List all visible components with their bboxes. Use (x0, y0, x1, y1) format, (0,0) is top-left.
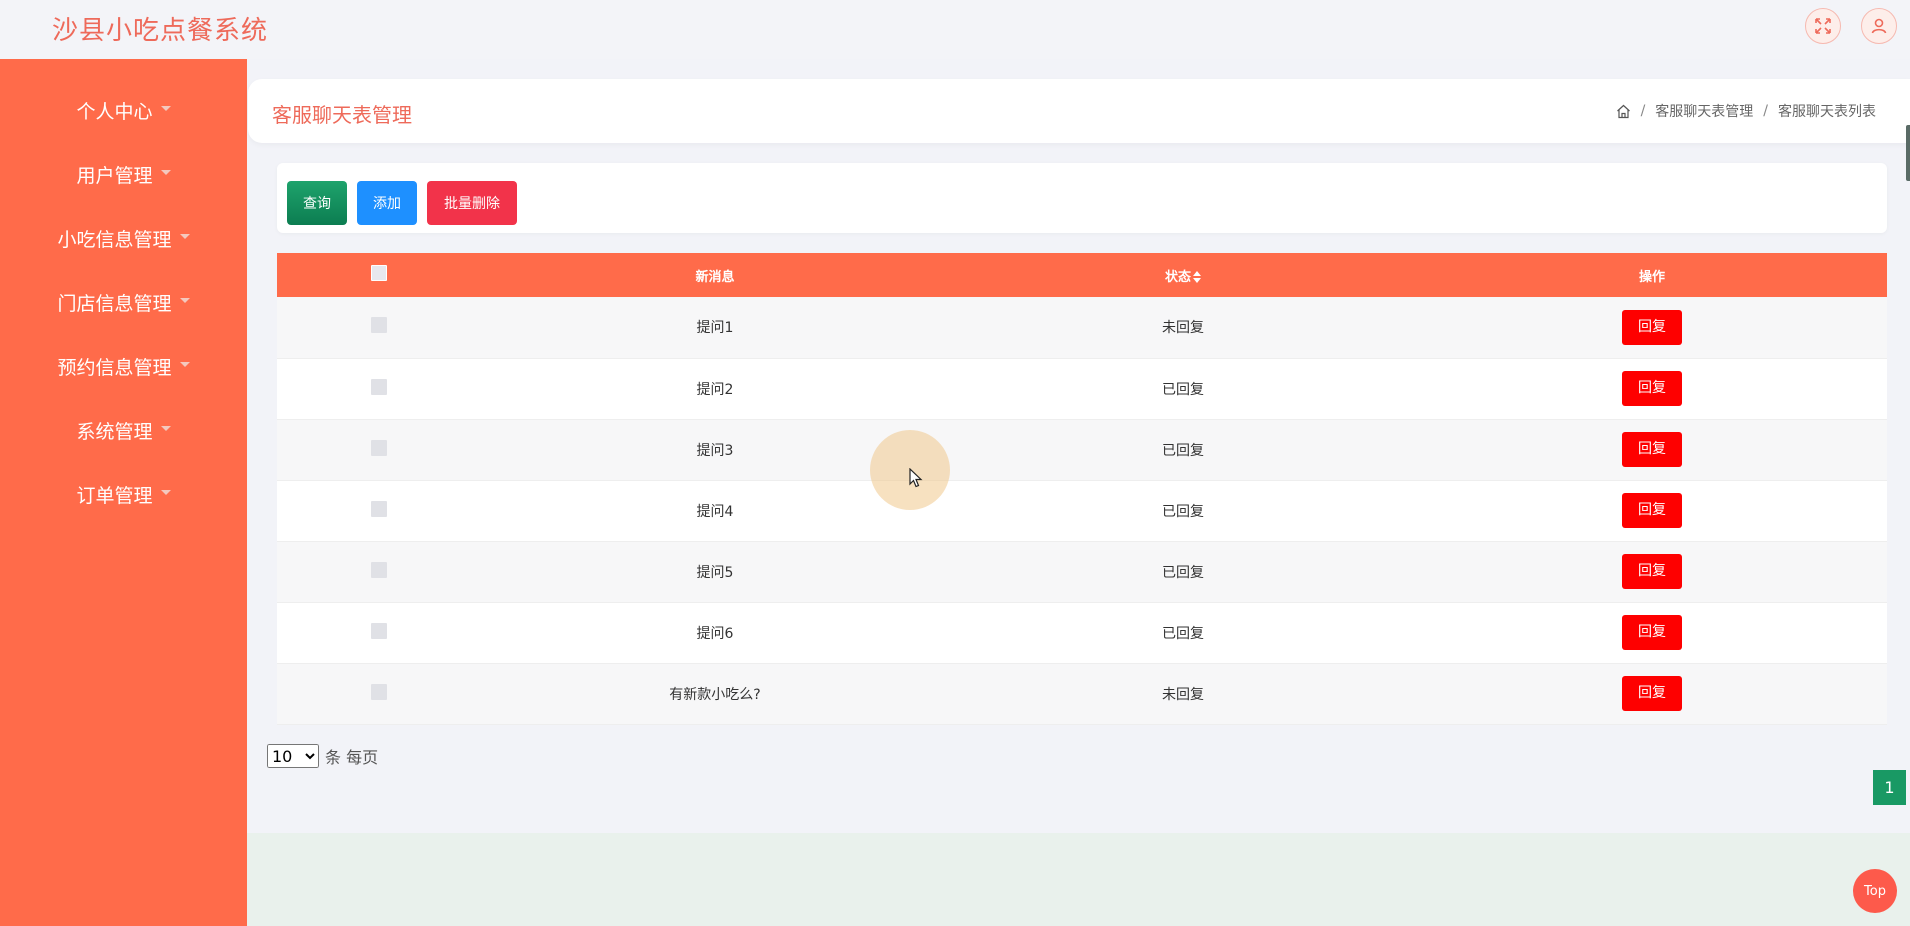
breadcrumb: / 客服聊天表管理 / 客服聊天表列表 (1616, 101, 1876, 121)
search-button[interactable]: 查询 (287, 181, 347, 225)
sidebar-item-personal-center[interactable]: 个人中心 (0, 78, 247, 142)
row-checkbox[interactable] (371, 317, 387, 334)
table-header-row: 新消息 状态 操作 (277, 253, 1887, 297)
page-header: 客服聊天表管理 / 客服聊天表管理 / 客服聊天表列表 (248, 79, 1910, 143)
per-page-label: 条 每页 (325, 748, 379, 767)
row-checkbox[interactable] (371, 378, 387, 395)
row-checkbox[interactable] (371, 622, 387, 639)
sidebar: 个人中心 用户管理 小吃信息管理 门店信息管理 预约信息管理 系统管理 订单管理 (0, 59, 247, 926)
chat-table: 新消息 状态 操作 提问1 未回复 回复 提问2 已回复 回复 提问3 已回复 (277, 253, 1887, 724)
message-cell: 提问2 (696, 381, 734, 398)
table-row: 提问5 已回复 回复 (277, 541, 1887, 602)
app-title: 沙县小吃点餐系统 (52, 16, 269, 46)
table-row: 有新款小吃么? 未回复 回复 (277, 663, 1887, 724)
breadcrumb-separator: / (1763, 103, 1768, 119)
status-cell: 已回复 (1162, 503, 1204, 520)
reply-button[interactable]: 回复 (1622, 371, 1682, 406)
back-to-top-button[interactable]: Top (1853, 869, 1897, 913)
home-icon[interactable] (1616, 104, 1631, 119)
table-row: 提问3 已回复 回复 (277, 419, 1887, 480)
batch-delete-button[interactable]: 批量删除 (427, 181, 517, 225)
message-cell: 提问1 (696, 320, 734, 337)
sidebar-item-label: 用户管理 (76, 164, 153, 187)
row-checkbox[interactable] (371, 683, 387, 700)
breadcrumb-item[interactable]: 客服聊天表管理 (1655, 101, 1753, 121)
breadcrumb-separator: / (1640, 103, 1646, 119)
sidebar-item-snack-management[interactable]: 小吃信息管理 (0, 206, 247, 270)
add-button[interactable]: 添加 (357, 181, 417, 225)
message-cell: 有新款小吃么? (669, 686, 761, 703)
message-cell: 提问6 (696, 625, 734, 642)
column-header-operation: 操作 (1638, 269, 1665, 285)
caret-down-icon (179, 297, 190, 303)
caret-down-icon (160, 489, 171, 495)
sort-icon[interactable] (1193, 271, 1201, 283)
sidebar-item-user-management[interactable]: 用户管理 (0, 142, 247, 206)
row-checkbox[interactable] (371, 500, 387, 517)
caret-down-icon (160, 425, 171, 431)
fullscreen-icon (1815, 18, 1831, 34)
user-icon (1871, 18, 1887, 34)
status-cell: 已回复 (1162, 564, 1204, 581)
user-button[interactable] (1861, 8, 1897, 44)
page-number-button[interactable]: 1 (1873, 770, 1906, 805)
page-size-control: 10 条 每页 (267, 744, 378, 768)
caret-down-icon (179, 361, 190, 367)
table-row: 提问1 未回复 回复 (277, 297, 1887, 358)
caret-down-icon (179, 233, 190, 239)
sidebar-item-label: 个人中心 (76, 100, 153, 123)
table-row: 提问4 已回复 回复 (277, 480, 1887, 541)
top-bar: 沙县小吃点餐系统 (0, 0, 1910, 59)
status-cell: 已回复 (1162, 381, 1204, 398)
select-all-checkbox[interactable] (371, 265, 387, 281)
mouse-cursor-icon (909, 468, 923, 488)
caret-down-icon (160, 105, 171, 111)
row-checkbox[interactable] (371, 439, 387, 456)
status-cell: 已回复 (1162, 625, 1204, 642)
status-cell: 未回复 (1162, 686, 1204, 703)
row-checkbox[interactable] (371, 561, 387, 578)
sidebar-item-reservation-management[interactable]: 预约信息管理 (0, 334, 247, 398)
toolbar: 查询 添加 批量删除 (277, 163, 1887, 233)
sidebar-item-order-management[interactable]: 订单管理 (0, 462, 247, 526)
column-header-status-label: 状态 (1164, 269, 1191, 285)
sidebar-item-system-management[interactable]: 系统管理 (0, 398, 247, 462)
sidebar-item-store-management[interactable]: 门店信息管理 (0, 270, 247, 334)
caret-down-icon (160, 169, 171, 175)
sidebar-item-label: 预约信息管理 (57, 356, 172, 379)
column-header-status[interactable]: 状态 (949, 253, 1417, 297)
sidebar-item-label: 小吃信息管理 (57, 228, 172, 251)
status-cell: 已回复 (1162, 442, 1204, 459)
reply-button[interactable]: 回复 (1622, 309, 1682, 345)
reply-button[interactable]: 回复 (1622, 432, 1682, 467)
reply-button[interactable]: 回复 (1622, 676, 1682, 711)
table-row: 提问6 已回复 回复 (277, 602, 1887, 663)
scrollbar-handle[interactable] (1906, 125, 1910, 181)
reply-button[interactable]: 回复 (1622, 554, 1682, 589)
reply-button[interactable]: 回复 (1622, 615, 1682, 650)
page-size-select[interactable]: 10 (267, 744, 319, 768)
status-cell: 未回复 (1162, 320, 1204, 337)
breadcrumb-item: 客服聊天表列表 (1778, 104, 1876, 120)
page-title: 客服聊天表管理 (272, 103, 412, 127)
sidebar-item-label: 门店信息管理 (57, 292, 172, 315)
reply-button[interactable]: 回复 (1622, 493, 1682, 528)
fullscreen-button[interactable] (1805, 8, 1841, 44)
column-header-message: 新消息 (695, 269, 735, 285)
table-row: 提问2 已回复 回复 (277, 358, 1887, 419)
sidebar-item-label: 订单管理 (76, 484, 153, 507)
sidebar-item-label: 系统管理 (76, 420, 153, 443)
message-cell: 提问5 (696, 564, 734, 581)
